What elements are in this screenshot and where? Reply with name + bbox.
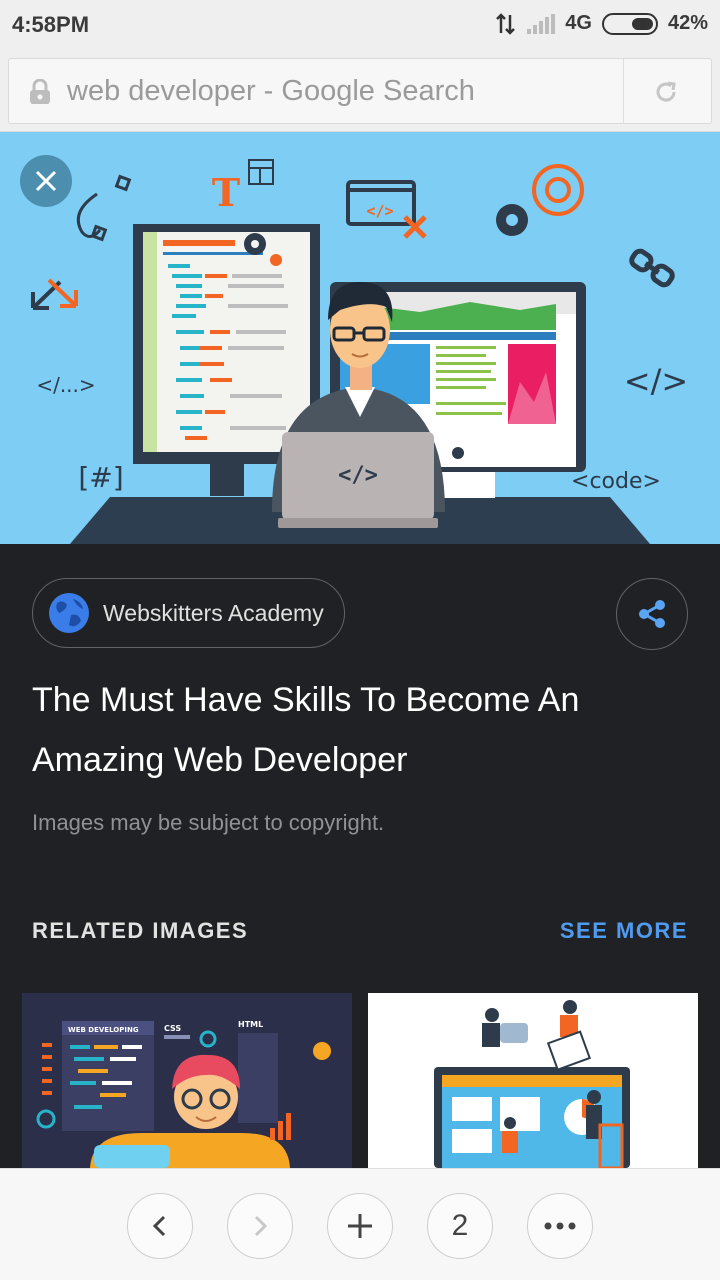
dots-code-label: </...>: [36, 373, 95, 397]
tabs-count: 2: [451, 1209, 469, 1242]
back-button[interactable]: [127, 1193, 193, 1259]
status-time: 4:58PM: [12, 12, 90, 37]
battery-label: 42%: [667, 12, 708, 34]
forward-button[interactable]: [227, 1193, 293, 1259]
chevron-left-icon: [152, 1215, 166, 1237]
related-image-thumbnail[interactable]: [368, 993, 698, 1168]
battery-icon: [601, 12, 658, 35]
thumb-tag-html: HTML: [238, 1020, 263, 1029]
related-images-heading: RELATED IMAGES: [32, 918, 249, 943]
thumb-tag-css: CSS: [164, 1024, 181, 1033]
result-title[interactable]: The Must Have Skills To Become An Amazin…: [32, 670, 692, 790]
window-code-label: </>: [366, 202, 393, 220]
source-name: Webskitters Academy: [103, 599, 324, 626]
web-developer-illustration: </> T </> </...> </> [#] <code>: [31, 159, 688, 544]
bottom-toolbar: 2: [0, 1168, 720, 1280]
globe-icon: [49, 593, 89, 633]
close-button[interactable]: [20, 155, 72, 207]
url-divider: [623, 59, 624, 123]
menu-button[interactable]: [527, 1193, 593, 1259]
code-word-label: <code>: [571, 469, 661, 494]
share-icon: [639, 600, 665, 628]
letter-t-label: T: [212, 170, 240, 215]
reload-icon[interactable]: [653, 79, 679, 105]
chevron-right-icon: [254, 1215, 268, 1237]
copyright-note: Images may be subject to copyright.: [32, 810, 385, 835]
lock-icon: [30, 79, 50, 104]
hash-label: [#]: [78, 461, 123, 494]
status-icons: 4G 42%: [495, 12, 708, 35]
network-label: 4G: [565, 12, 592, 34]
signal-icon: [527, 13, 556, 34]
more-icon: [544, 1222, 576, 1230]
laptop-code-label: </>: [338, 463, 378, 488]
tabs-button[interactable]: 2: [427, 1193, 493, 1259]
thumb-tag-web: WEB DEVELOPING: [68, 1026, 139, 1034]
share-button[interactable]: [616, 578, 688, 650]
new-tab-button[interactable]: [327, 1193, 393, 1259]
source-chip[interactable]: Webskitters Academy: [32, 578, 345, 648]
status-bar: 4:58PM 4G 42%: [0, 0, 720, 52]
plus-icon: [348, 1214, 372, 1238]
url-text: web developer - Google Search: [67, 75, 475, 107]
see-more-link[interactable]: SEE MORE: [560, 918, 688, 944]
data-transfer-icon: [496, 12, 516, 35]
address-field[interactable]: web developer - Google Search: [8, 58, 712, 124]
close-icon: [35, 170, 57, 192]
right-code-label: </>: [624, 362, 688, 400]
result-image: </> T </> </...> </> [#] <code>: [0, 132, 720, 544]
url-bar: web developer - Google Search: [0, 52, 720, 132]
related-image-thumbnail[interactable]: WEB DEVELOPING CSS HTML: [22, 993, 352, 1168]
